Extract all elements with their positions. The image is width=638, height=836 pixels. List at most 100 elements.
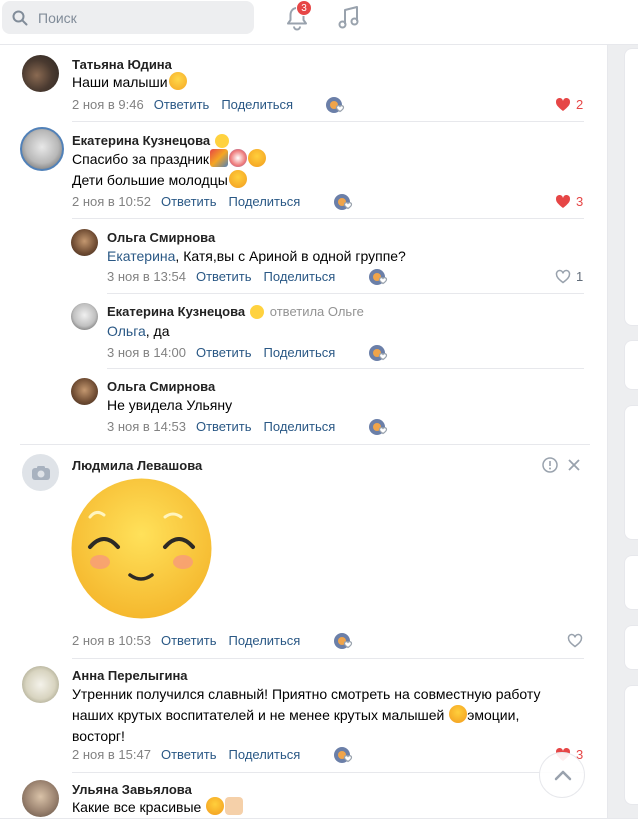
share-button[interactable]: Поделиться (229, 194, 301, 209)
comment-date[interactable]: 2 ноя в 15:47 (72, 747, 151, 762)
reactions-avatar-icon[interactable] (333, 193, 355, 211)
heart-eyes-emoji-icon (248, 149, 267, 167)
comment-meta: 3 ноя в 14:00 Ответить Поделиться (107, 345, 335, 360)
heart-icon (555, 194, 571, 208)
comment-text: Ольга, да (107, 321, 170, 342)
like-count: 1 (576, 269, 584, 284)
reply-button[interactable]: Ответить (161, 633, 217, 648)
comment-text-line: Дети большие молодцы (72, 172, 228, 188)
comment-date[interactable]: 3 ноя в 13:54 (107, 269, 186, 284)
comment-text-line: эмоции, (467, 707, 520, 723)
reply-mention-link[interactable]: Екатерина (107, 248, 175, 264)
reply-button[interactable]: Ответить (196, 269, 252, 284)
divider (107, 368, 584, 369)
comment-author[interactable]: Екатерина Кузнецова ответила Ольге (107, 304, 364, 319)
avatar[interactable] (22, 780, 59, 817)
avatar[interactable] (71, 303, 98, 330)
comment-meta: 2 ноя в 15:47 Ответить Поделиться (72, 747, 300, 762)
heart-eyes-emoji-icon (206, 797, 225, 815)
reactions-avatar-icon[interactable] (333, 632, 355, 650)
comment-author[interactable]: Анна Перелыгина (72, 668, 188, 683)
reply-button[interactable]: Ответить (154, 97, 210, 112)
avatar[interactable] (71, 378, 98, 405)
author-name[interactable]: Екатерина Кузнецова (72, 133, 210, 148)
comment-text-content: , да (145, 323, 170, 339)
comment-text-content: , Катя,вы с Ариной в одной группе? (175, 248, 406, 264)
confetti-emoji-icon (229, 149, 248, 167)
share-button[interactable]: Поделиться (221, 97, 293, 112)
smiling-sticker-icon[interactable] (70, 477, 213, 620)
share-button[interactable]: Поделиться (264, 419, 336, 434)
share-button[interactable]: Поделиться (264, 269, 336, 284)
share-button[interactable]: Поделиться (264, 345, 336, 360)
heart-eyes-emoji-icon (449, 705, 468, 723)
comment-text: наших крутых воспитателей и не менее кру… (72, 705, 519, 726)
comment-text: Не увидела Ульяну (107, 397, 233, 413)
reactions-avatar-icon[interactable] (368, 268, 390, 286)
reply-button[interactable]: Ответить (161, 747, 217, 762)
like-button[interactable]: 3 (555, 194, 583, 209)
avatar[interactable] (20, 127, 64, 171)
comment-author[interactable]: Татьяна Юдина (72, 57, 172, 72)
reactions-avatar-icon[interactable] (368, 418, 390, 436)
comment-text-content: Какие все красивые (72, 799, 202, 815)
comment-date[interactable]: 3 ноя в 14:00 (107, 345, 186, 360)
comment-author[interactable]: Людмила Левашова (72, 458, 202, 473)
avatar[interactable] (22, 55, 59, 92)
comment-text: Спасибо за праздник (72, 149, 267, 170)
chevron-up-icon (554, 770, 572, 781)
comment-text: Дети большие молодцы (72, 170, 247, 191)
music-icon[interactable] (336, 4, 362, 32)
share-button[interactable]: Поделиться (229, 633, 301, 648)
comment-text: Екатерина, Катя,вы с Ариной в одной груп… (107, 246, 406, 267)
like-count: 2 (576, 97, 584, 112)
reply-button[interactable]: Ответить (196, 345, 252, 360)
comment-meta: 2 ноя в 10:53 Ответить Поделиться (72, 633, 300, 648)
report-icon[interactable] (542, 457, 558, 473)
divider (20, 444, 590, 445)
comment-date[interactable]: 2 ноя в 9:46 (72, 97, 144, 112)
smiling-hearts-emoji-icon (228, 170, 247, 188)
scroll-up-button[interactable] (539, 752, 585, 798)
comment-meta: 2 ноя в 10:52 Ответить Поделиться (72, 194, 300, 209)
chick-emoji-icon (214, 134, 229, 148)
party-emoji-icon (210, 149, 229, 167)
comment-author[interactable]: Ольга Смирнова (107, 379, 215, 394)
divider (72, 772, 584, 773)
search-icon (12, 10, 28, 25)
search-box[interactable] (2, 1, 254, 34)
share-button[interactable]: Поделиться (229, 747, 301, 762)
comment-author[interactable]: Екатерина Кузнецова (72, 133, 229, 148)
like-button[interactable]: 2 (555, 97, 583, 112)
search-input[interactable] (38, 9, 238, 26)
comment-author[interactable]: Ольга Смирнова (107, 230, 215, 245)
comment-date[interactable]: 2 ноя в 10:53 (72, 633, 151, 648)
replied-to-label[interactable]: ответила Ольге (270, 304, 364, 319)
comment-date[interactable]: 2 ноя в 10:52 (72, 194, 151, 209)
comment-date[interactable]: 3 ноя в 14:53 (107, 419, 186, 434)
avatar[interactable] (71, 229, 98, 256)
comments-card: Татьяна Юдина Наши малыши 2 ноя в 9:46 О… (0, 45, 608, 836)
like-button[interactable] (567, 633, 583, 648)
reply-button[interactable]: Ответить (196, 419, 252, 434)
like-button[interactable]: 1 (555, 269, 583, 284)
chick-emoji-icon (249, 305, 264, 319)
reply-button[interactable]: Ответить (161, 194, 217, 209)
avatar[interactable] (22, 454, 59, 491)
like-count: 3 (576, 194, 584, 209)
comment-text-line: наших крутых воспитателей и не менее кру… (72, 707, 445, 723)
reply-mention-link[interactable]: Ольга (107, 323, 146, 339)
reactions-avatar-icon[interactable] (333, 746, 355, 764)
divider (72, 121, 584, 122)
reactions-avatar-icon[interactable] (325, 96, 347, 114)
heart-icon (555, 97, 571, 111)
reactions-avatar-icon[interactable] (368, 344, 390, 362)
author-name[interactable]: Екатерина Кузнецова (107, 304, 245, 319)
kiss-emoji-icon (168, 72, 187, 90)
comment-meta: 2 ноя в 9:46 Ответить Поделиться (72, 97, 293, 112)
avatar[interactable] (22, 666, 59, 703)
divider (72, 658, 584, 659)
close-icon[interactable] (568, 459, 580, 471)
comment-author[interactable]: Ульяна Завьялова (72, 782, 192, 797)
notification-badge: 3 (296, 0, 312, 16)
